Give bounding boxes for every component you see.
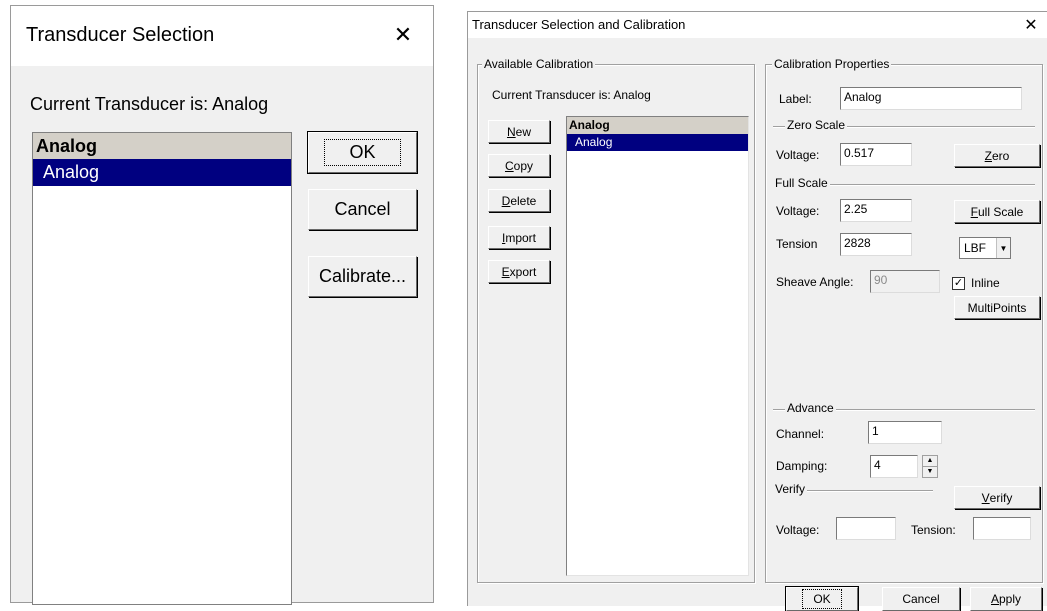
spin-down-icon[interactable]: ▼: [923, 467, 937, 478]
dialog-title: Transducer Selection and Calibration: [472, 17, 686, 32]
channel-input[interactable]: 1: [868, 421, 942, 444]
apply-button[interactable]: Apply: [970, 587, 1042, 611]
zero-voltage-label: Voltage:: [776, 148, 820, 162]
list-item-analog[interactable]: Analog: [567, 134, 748, 151]
verify-tension-label: Tension:: [911, 523, 956, 537]
list-header: Analog: [33, 133, 291, 159]
copy-button-rest: opy: [513, 158, 534, 173]
calibrate-button-label: Calibrate...: [318, 266, 407, 286]
cancel-button[interactable]: Cancel: [308, 189, 417, 230]
ok-button[interactable]: OK: [786, 587, 858, 611]
label-input[interactable]: Analog: [840, 87, 1022, 110]
full-scale-button-rest: ull Scale: [977, 204, 1024, 219]
apply-button-key: A: [990, 592, 999, 606]
close-icon[interactable]: ✕: [1016, 14, 1046, 36]
damping-input[interactable]: 4: [870, 455, 918, 478]
full-scale-title: Full Scale: [773, 176, 830, 190]
new-button-rest: ew: [515, 124, 531, 139]
transducer-selection-dialog: Transducer Selection ✕ Current Transduce…: [10, 5, 434, 605]
unit-select[interactable]: LBF ▼: [959, 237, 1011, 259]
copy-button[interactable]: Copy: [488, 154, 550, 177]
sheave-angle-label: Sheave Angle:: [776, 275, 854, 289]
ok-button-label: OK: [324, 139, 401, 166]
advance-title: Advance: [785, 401, 836, 415]
damping-spinner[interactable]: ▲ ▼: [922, 455, 938, 478]
zero-button-key: Z: [984, 148, 992, 163]
full-scale-button-key: F: [970, 204, 978, 219]
multipoints-button-label: MultiPoints: [967, 300, 1027, 315]
calibration-properties-label: Calibration Properties: [772, 57, 892, 71]
new-button-key: N: [506, 124, 516, 139]
current-transducer-label: Current Transducer is: Analog: [492, 88, 651, 102]
label-field-label: Label:: [779, 92, 812, 106]
tension-input[interactable]: 2828: [840, 233, 912, 256]
apply-button-rest: pply: [999, 592, 1022, 606]
list-header: Analog: [567, 117, 748, 134]
delete-button-rest: elete: [510, 193, 537, 208]
export-button-rest: xport: [509, 264, 537, 279]
title-bar: Transducer Selection and Calibration ✕: [468, 12, 1047, 38]
ok-button[interactable]: OK: [308, 132, 417, 173]
import-button[interactable]: Import: [488, 226, 550, 249]
calibration-list[interactable]: Analog Analog: [566, 116, 749, 576]
verify-title: Verify: [773, 482, 808, 496]
chevron-down-icon[interactable]: ▼: [996, 238, 1010, 258]
list-item-analog[interactable]: Analog: [33, 159, 291, 186]
copy-button-key: C: [504, 158, 514, 173]
full-scale-button[interactable]: Full Scale: [954, 200, 1040, 223]
unit-select-value: LBF: [964, 241, 987, 255]
delete-button[interactable]: Delete: [488, 189, 550, 212]
calibrate-button[interactable]: Calibrate...: [308, 256, 417, 297]
verify-button-key: V: [981, 490, 990, 505]
export-button-key: E: [501, 264, 510, 279]
inline-label: Inline: [971, 276, 1000, 290]
delete-button-key: D: [501, 193, 511, 208]
current-transducer-label: Current Transducer is: Analog: [30, 94, 269, 114]
verify-tension-input[interactable]: [973, 517, 1031, 540]
multipoints-button[interactable]: MultiPoints: [954, 296, 1040, 319]
verify-button[interactable]: Verify: [954, 486, 1040, 509]
export-button[interactable]: Export: [488, 260, 550, 283]
sheave-angle-input: 90: [870, 270, 940, 293]
dialog-title: Transducer Selection: [26, 24, 215, 46]
title-bar: Transducer Selection ✕: [11, 6, 433, 66]
damping-label: Damping:: [776, 459, 828, 473]
verify-voltage-label: Voltage:: [776, 523, 820, 537]
full-voltage-input[interactable]: 2.25: [840, 199, 912, 222]
import-button-rest: mport: [505, 230, 537, 245]
zero-button-rest: ero: [992, 148, 1010, 163]
calibration-dialog: Transducer Selection and Calibration ✕ A…: [467, 11, 1047, 611]
verify-voltage-input[interactable]: [836, 517, 896, 540]
cancel-button-label: Cancel: [902, 592, 940, 606]
zero-scale-title: Zero Scale: [785, 118, 848, 132]
zero-voltage-input[interactable]: 0.517: [840, 143, 912, 166]
inline-checkbox[interactable]: ✓: [952, 277, 965, 290]
close-icon[interactable]: ✕: [383, 18, 423, 54]
available-calibration-label: Available Calibration: [482, 57, 596, 71]
ok-button-label: OK: [802, 589, 842, 609]
spin-up-icon[interactable]: ▲: [923, 456, 937, 467]
verify-button-rest: erify: [989, 490, 1013, 505]
new-button[interactable]: New: [488, 120, 550, 143]
cancel-button[interactable]: Cancel: [882, 587, 960, 611]
full-voltage-label: Voltage:: [776, 204, 820, 218]
zero-button[interactable]: Zero: [954, 144, 1040, 167]
transducer-list[interactable]: Analog Analog: [32, 132, 292, 605]
cancel-button-label: Cancel: [334, 199, 391, 219]
tension-label: Tension: [776, 237, 818, 251]
channel-label: Channel:: [776, 427, 825, 441]
